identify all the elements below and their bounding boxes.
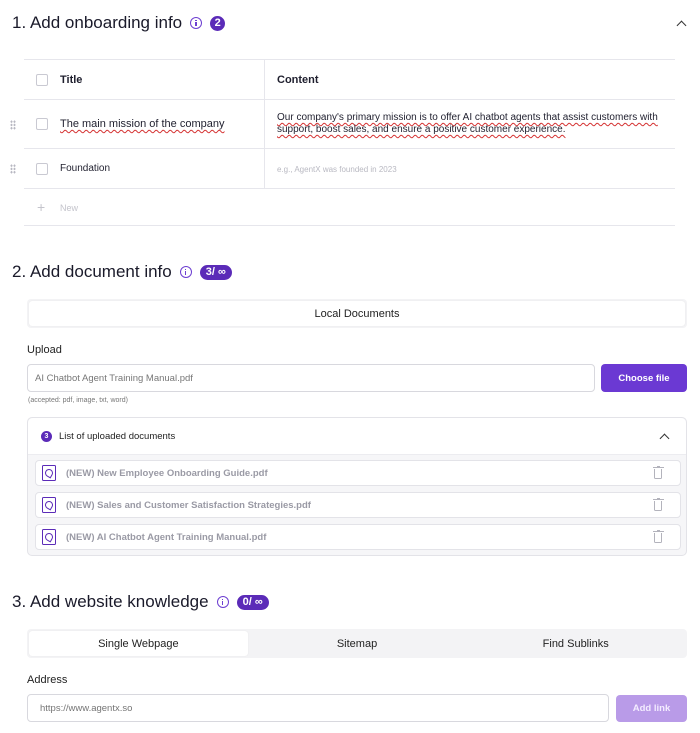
uploaded-documents-panel: 3 List of uploaded documents (NEW) New E… (27, 417, 687, 556)
info-icon[interactable] (179, 266, 192, 278)
website-section-title: 3. Add website knowledge (12, 592, 209, 611)
address-label: Address (27, 674, 68, 686)
onboarding-section-title: 1. Add onboarding info (12, 13, 183, 32)
list-item: (NEW) Sales and Customer Satisfaction St… (35, 492, 681, 518)
plus-icon: + (37, 199, 46, 215)
collapse-onboarding-chevron-up-icon[interactable] (676, 20, 687, 31)
add-new-row[interactable]: + New (24, 189, 675, 226)
column-divider (264, 149, 265, 188)
column-divider (264, 60, 265, 99)
row-content-cell[interactable]: Our company's primary mission is to offe… (277, 112, 662, 136)
list-item: (NEW) New Employee Onboarding Guide.pdf (35, 460, 681, 486)
row-content-text: Our company's primary mission is to offe… (277, 112, 658, 135)
collapse-documents-chevron-up-icon[interactable] (659, 433, 670, 444)
column-divider (264, 100, 265, 148)
drag-handle-icon[interactable] (10, 164, 16, 174)
table-row: Foundation e.g., AgentX was founded in 2… (10, 149, 675, 189)
uploaded-documents-title: List of uploaded documents (59, 431, 176, 442)
row-title-cell[interactable]: Foundation (60, 163, 110, 174)
onboarding-count-badge: 2 (210, 15, 226, 31)
choose-file-button[interactable]: Choose file (601, 364, 687, 392)
table-header-row: Title Content (24, 59, 675, 100)
website-section-header: 3. Add website knowledge 0/ ∞ (12, 592, 269, 612)
document-name: (NEW) AI Chatbot Agent Training Manual.p… (66, 532, 267, 543)
uploaded-count-badge: 3 (41, 431, 52, 442)
content-column-header: Content (277, 74, 319, 86)
trash-icon[interactable] (652, 497, 664, 511)
onboarding-table: Title Content The main mission of the co… (10, 59, 675, 226)
trash-icon[interactable] (652, 465, 664, 479)
info-icon[interactable] (190, 17, 203, 29)
trash-icon[interactable] (652, 529, 664, 543)
info-icon[interactable] (216, 596, 229, 608)
pdf-file-icon (42, 529, 56, 545)
uploaded-documents-header[interactable]: 3 List of uploaded documents (28, 418, 686, 455)
select-all-checkbox[interactable] (36, 74, 48, 86)
add-link-button[interactable]: Add link (616, 695, 687, 722)
document-section-header: 2. Add document info 3/ ∞ (12, 262, 232, 282)
title-column-header: Title (60, 74, 83, 86)
table-row: The main mission of the company Our comp… (10, 100, 675, 149)
upload-label: Upload (27, 344, 62, 356)
new-row-label: New (60, 203, 79, 213)
row-title-cell[interactable]: The main mission of the company (60, 118, 224, 130)
tab-sitemap[interactable]: Sitemap (248, 631, 467, 656)
list-item: (NEW) AI Chatbot Agent Training Manual.p… (35, 524, 681, 550)
tab-find-sublinks[interactable]: Find Sublinks (466, 631, 685, 656)
address-input[interactable] (27, 694, 609, 722)
drag-handle-icon[interactable] (10, 120, 16, 130)
document-name: (NEW) New Employee Onboarding Guide.pdf (66, 468, 268, 479)
document-name: (NEW) Sales and Customer Satisfaction St… (66, 500, 311, 511)
pdf-file-icon (42, 465, 56, 481)
row-content-placeholder[interactable]: e.g., AgentX was founded in 2023 (277, 165, 397, 174)
document-section-title: 2. Add document info (12, 262, 172, 281)
accepted-formats-hint: (accepted: pdf, image, txt, word) (28, 397, 128, 404)
row-title-text: The main mission of the company (60, 118, 225, 130)
website-source-tabs: Single Webpage Sitemap Find Sublinks (27, 629, 687, 658)
document-source-tabs: Local Documents (27, 299, 687, 328)
pdf-file-icon (42, 497, 56, 513)
onboarding-section-header: 1. Add onboarding info 2 (12, 13, 226, 33)
tab-local-documents[interactable]: Local Documents (29, 301, 685, 326)
upload-file-input[interactable]: AI Chatbot Agent Training Manual.pdf (27, 364, 595, 392)
row-checkbox[interactable] (36, 118, 48, 130)
document-count-badge: 3/ ∞ (199, 264, 232, 280)
tab-single-webpage[interactable]: Single Webpage (29, 631, 248, 656)
row-checkbox[interactable] (36, 163, 48, 175)
website-count-badge: 0/ ∞ (236, 594, 269, 610)
